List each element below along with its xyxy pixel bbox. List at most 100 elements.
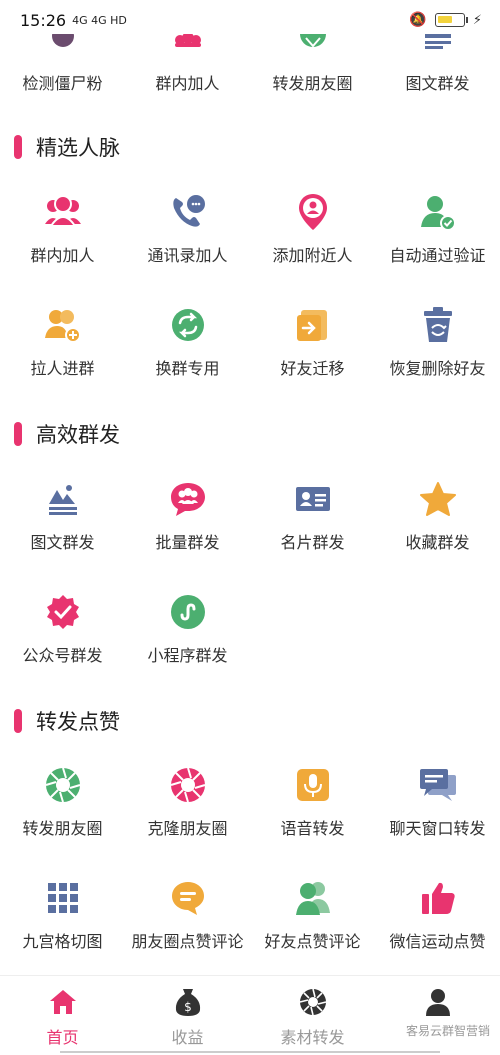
aperture-icon [43,765,83,805]
bubble-group-icon [168,479,208,519]
tab-label: 首页 [46,1028,79,1047]
section-title-text: 转发点赞 [36,710,120,734]
item-label: 批量群发 [155,533,220,552]
group-icon [171,34,205,54]
top-item-image-text[interactable]: 图文群发 [375,34,500,110]
item-friend-like-comment[interactable]: 好友点赞评论 [250,878,375,978]
chat-bubbles-icon [418,765,458,805]
item-label: 通讯录加人 [147,246,228,265]
item-nearby-add[interactable]: 添加附近人 [250,192,375,292]
item-moments-like-comment[interactable]: 朋友圈点赞评论 [125,878,250,978]
item-label: 九宫格切图 [22,932,103,951]
item-label: 收藏群发 [405,533,470,552]
trash-restore-icon [418,305,458,345]
aperture-icon [168,765,208,805]
item-batch-broadcast[interactable]: 批量群发 [125,479,250,579]
top-item-group-add[interactable]: 群内加人 [125,34,250,110]
comment-icon [168,878,208,918]
section-title-broadcast: 高效群发 [0,414,500,454]
item-contacts-add[interactable]: 通讯录加人 [125,192,250,292]
top-item-forward-moments[interactable]: 转发朋友圈 [250,34,375,110]
item-label: 好友点赞评论 [264,932,361,951]
item-forward-moments[interactable]: 转发朋友圈 [0,765,125,865]
tab-home[interactable]: 首页 [0,976,125,1055]
money-bag-icon: $ [172,986,204,1018]
item-mini-program-broadcast[interactable]: 小程序群发 [125,592,250,692]
item-swap-group[interactable]: 换群专用 [125,305,250,405]
charging-icon: ⚡ [472,12,482,28]
aperture-icon [297,986,329,1018]
item-chat-forward[interactable]: 聊天窗口转发 [375,765,500,865]
home-indicator [60,1051,440,1053]
aperture-icon [296,34,330,54]
section-title-text: 精选人脉 [36,136,120,160]
clock: 15:26 [20,10,67,30]
item-auto-verify[interactable]: 自动通过验证 [375,192,500,292]
phone-chat-icon [168,192,208,232]
item-label: 拉人进群 [30,359,95,378]
home-icon [47,986,79,1018]
top-row: 检测僵尸粉 群内加人 转发朋友圈 图文群发 [0,34,500,110]
microphone-icon [293,765,333,805]
item-label: 语音转发 [280,819,345,838]
item-voice-forward[interactable]: 语音转发 [250,765,375,865]
item-grid-crop[interactable]: 九宫格切图 [0,878,125,978]
card-icon [293,479,333,519]
item-label: 微信运动点赞 [389,932,486,951]
transfer-icon [293,305,333,345]
item-label: 聊天窗口转发 [389,819,486,838]
item-label: 图文群发 [30,533,95,552]
section-accent-bar [14,135,22,159]
svg-text:$: $ [184,1000,192,1014]
item-label: 好友迁移 [280,359,345,378]
grid-icon [43,878,83,918]
thumbs-up-icon [418,878,458,918]
tab-label: 收益 [171,1028,204,1047]
item-label: 小程序群发 [147,646,228,665]
top-item-label: 转发朋友圈 [272,74,353,93]
mute-icon: 🔕 [409,12,427,28]
item-favorites-broadcast[interactable]: 收藏群发 [375,479,500,579]
item-label: 恢复删除好友 [389,359,486,378]
item-image-text-broadcast[interactable]: 图文群发 [0,479,125,579]
magnifier-icon [46,34,80,54]
document-icon [421,34,455,54]
tab-profile[interactable] [375,976,500,1055]
item-label: 自动通过验证 [389,246,486,265]
tab-earnings[interactable]: $ 收益 [125,976,250,1055]
watermark: 客易云群智营销 [405,1024,490,1038]
top-item-label: 检测僵尸粉 [22,74,103,93]
item-pull-into-group[interactable]: 拉人进群 [0,305,125,405]
top-item-label: 图文群发 [405,74,470,93]
battery-icon [434,13,468,27]
user-check-icon [418,192,458,232]
item-restore-friends[interactable]: 恢复删除好友 [375,305,500,405]
person-icon [422,986,454,1018]
item-label: 添加附近人 [272,246,353,265]
section-accent-bar [14,422,22,446]
item-card-broadcast[interactable]: 名片群发 [250,479,375,579]
tab-material-forward[interactable]: 素材转发 [250,976,375,1055]
item-label: 名片群发 [280,533,345,552]
badge-check-icon [43,592,83,632]
item-label: 转发朋友圈 [22,819,103,838]
bottom-tab-bar: 首页 $ 收益 素材转发 [0,975,500,1055]
section-accent-bar [14,709,22,733]
mini-program-icon [168,592,208,632]
item-friend-transfer[interactable]: 好友迁移 [250,305,375,405]
item-label: 克隆朋友圈 [147,819,228,838]
location-person-icon [293,192,333,232]
tab-label: 素材转发 [280,1028,345,1047]
item-official-account-broadcast[interactable]: 公众号群发 [0,592,125,692]
item-label: 群内加人 [30,246,95,265]
section-title-forward-like: 转发点赞 [0,701,500,741]
item-group-add[interactable]: 群内加人 [0,192,125,292]
section-title-contacts: 精选人脉 [0,127,500,167]
item-clone-moments[interactable]: 克隆朋友圈 [125,765,250,865]
top-item-detect-zombie[interactable]: 检测僵尸粉 [0,34,125,110]
status-icons: 🔕 ⚡ [409,12,482,28]
top-item-label: 群内加人 [155,74,220,93]
section-title-text: 高效群发 [36,423,120,447]
network-indicator: 4G 4G HD [72,13,127,27]
item-wechat-sport-like[interactable]: 微信运动点赞 [375,878,500,978]
